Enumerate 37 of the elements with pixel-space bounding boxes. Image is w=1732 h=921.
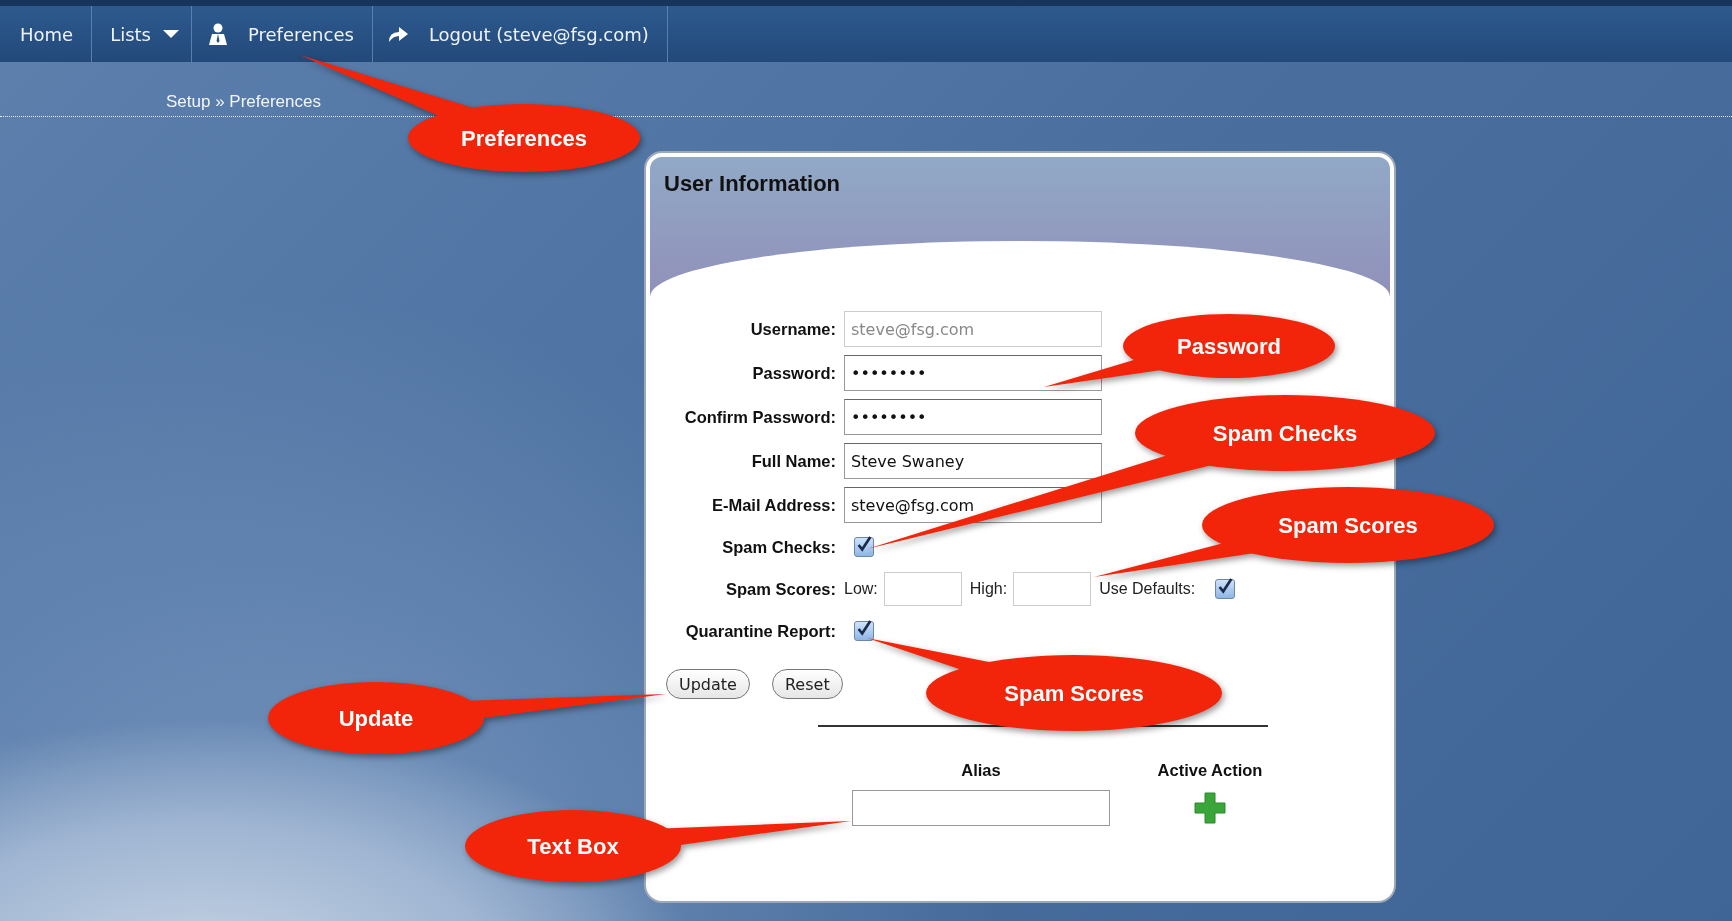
plus-icon[interactable] — [1193, 791, 1227, 825]
field-label: Use Defaults: — [1099, 580, 1196, 598]
checkbox[interactable] — [854, 537, 874, 557]
input-field[interactable] — [883, 572, 962, 606]
form-button[interactable]: Update — [666, 669, 750, 699]
breadcrumb: Setup » Preferences — [166, 92, 321, 111]
column-header: Active Action — [1156, 761, 1264, 780]
callout: Spam Scores — [867, 638, 1222, 731]
field-label: Spam Scores: — [724, 579, 836, 599]
field-label: Confirm Password: — [683, 407, 836, 427]
panel-title: User Information — [664, 171, 841, 196]
input-field[interactable]: •••••••• — [844, 355, 1102, 391]
field-label: Spam Checks: — [721, 537, 836, 557]
checkbox[interactable] — [1215, 579, 1236, 599]
callout: Spam Scores — [1094, 487, 1494, 577]
field-label: Quarantine Report: — [684, 621, 836, 641]
field-label: Full Name: — [750, 451, 836, 471]
alias-input-field[interactable] — [852, 790, 1110, 826]
field-label: Username: — [749, 319, 836, 339]
checkbox[interactable] — [854, 621, 874, 641]
nav-link[interactable]: Preferences — [192, 6, 373, 62]
column-header: Alias — [960, 761, 1002, 780]
arrow-icon — [386, 25, 409, 43]
person-icon — [208, 23, 228, 45]
callout: Password — [1044, 314, 1335, 387]
nav-link[interactable]: Lists — [92, 6, 192, 62]
form-button[interactable]: Reset — [771, 669, 843, 699]
input-field[interactable] — [1013, 572, 1092, 606]
nav-link[interactable]: Home — [0, 6, 93, 62]
field-label: Password: — [751, 363, 836, 383]
input-field[interactable]: •••••••• — [844, 399, 1102, 435]
field-label: High: — [969, 580, 1008, 598]
field-label: E-Mail Address: — [710, 495, 836, 515]
caret-icon — [163, 29, 179, 39]
input-field[interactable]: Steve Swaney — [844, 443, 1102, 479]
nav-link[interactable]: Logout (steve@fsg.com) — [372, 6, 668, 62]
field-label: Low: — [844, 580, 878, 598]
